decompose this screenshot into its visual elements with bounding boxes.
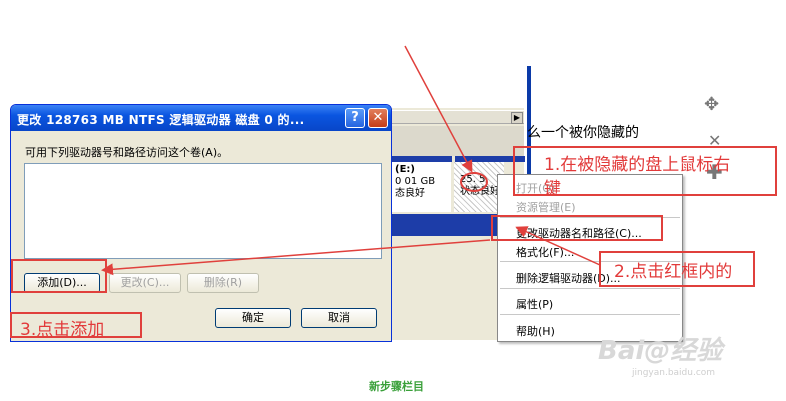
- hidden-volume-circle: [460, 172, 488, 192]
- baidu-watermark: Bai@经验: [598, 336, 723, 366]
- arrow-to-add-button: [101, 239, 491, 276]
- arrow-to-menu-item: [515, 226, 601, 266]
- footer-link[interactable]: 新步骤栏目: [369, 378, 424, 394]
- watermark-url: jingyan.baidu.com: [632, 368, 716, 378]
- arrow-to-hidden-volume: [404, 45, 473, 173]
